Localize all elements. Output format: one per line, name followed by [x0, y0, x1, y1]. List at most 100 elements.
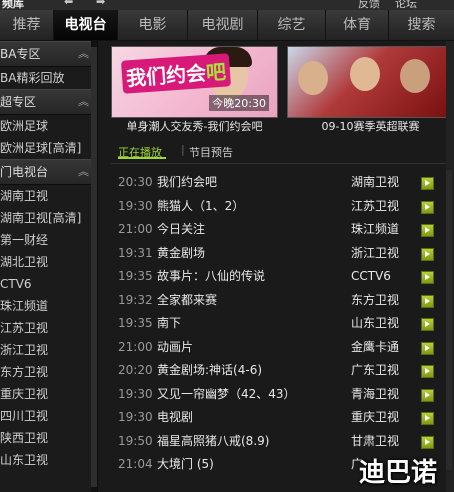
play-icon[interactable]	[421, 412, 434, 425]
sidebar-item[interactable]: 四川卫视	[0, 405, 97, 427]
player-face	[298, 61, 328, 95]
program-channel[interactable]: CCTV6	[351, 265, 391, 289]
program-channel[interactable]: 青海卫视	[351, 383, 399, 407]
program-title[interactable]: 南下	[157, 312, 181, 336]
forum-link[interactable]: 论坛	[395, 0, 417, 10]
back-arrow-icon[interactable]: ⬅	[64, 0, 73, 8]
program-row[interactable]: 19:32 全家都来赛 东方卫视	[111, 289, 446, 313]
play-icon[interactable]	[421, 177, 434, 190]
program-title[interactable]: 故事片：八仙的传说	[157, 265, 265, 289]
tab-program-preview[interactable]: 节目预告	[189, 144, 233, 160]
program-list: 20:30 我们约会吧 湖南卫视 19:30 熊猫人（1、2） 江苏卫视 21:00 今日…	[111, 171, 446, 477]
tab-movies[interactable]: 电影	[118, 10, 188, 40]
play-icon[interactable]	[421, 200, 434, 214]
program-channel[interactable]: 甘肃卫视	[351, 430, 399, 454]
sidebar-item[interactable]: 欧洲足球	[0, 115, 97, 137]
tab-variety[interactable]: 综艺	[258, 10, 326, 40]
program-row[interactable]: 19:50 福星高照猪八戒(8.9) 甘肃卫视	[111, 430, 446, 454]
sidebar-item[interactable]: 欧洲足球[高清]	[0, 137, 97, 159]
sidebar-section-nba[interactable]: BA专区 ︽	[0, 41, 97, 67]
program-title[interactable]: 黄金剧场:神话(4-6)	[157, 359, 262, 383]
sidebar-item[interactable]: 珠江频道	[0, 295, 97, 317]
program-time: 19:32	[118, 292, 153, 307]
play-icon[interactable]	[421, 271, 434, 284]
program-time: 21:04	[118, 457, 153, 471]
play-icon[interactable]	[421, 294, 434, 308]
play-icon[interactable]	[421, 318, 434, 331]
sidebar-item[interactable]: 山东卫视	[0, 449, 97, 471]
program-channel[interactable]: 金鹰卡通	[351, 336, 399, 360]
program-row[interactable]: 19:30 熊猫人（1、2） 江苏卫视	[111, 195, 446, 219]
tab-recommend[interactable]: 推荐	[0, 10, 54, 40]
program-time: 21:00	[118, 222, 153, 236]
sidebar-item[interactable]: 第一财经	[0, 229, 97, 251]
play-icon[interactable]	[421, 365, 434, 378]
play-icon[interactable]	[421, 388, 434, 402]
play-icon[interactable]	[421, 224, 434, 237]
program-title[interactable]: 我们约会吧	[157, 171, 217, 195]
program-title[interactable]: 电视剧	[157, 406, 193, 430]
program-time: 19:30	[118, 386, 153, 401]
banner-dating-show[interactable]: 我们约会吧 今晚20:30 单身潮人交友秀-我们约会吧	[111, 46, 278, 136]
play-icon[interactable]	[421, 247, 434, 261]
program-row[interactable]: 19:31 黄金剧场 浙江卫视	[111, 242, 446, 266]
sidebar-item[interactable]: 湖南卫视	[0, 185, 97, 207]
play-icon[interactable]	[421, 341, 434, 355]
program-channel[interactable]: 珠江频道	[351, 218, 399, 242]
double-chevron-up-icon[interactable]: ︽	[78, 160, 89, 184]
sidebar-item[interactable]: 湖北卫视	[0, 251, 97, 273]
program-row[interactable]: 19:35 故事片：八仙的传说 CCTV6	[111, 265, 446, 289]
banner-caption[interactable]: 09-10赛季英超联赛	[287, 118, 454, 136]
program-row[interactable]: 19:35 南下 山东卫视	[111, 312, 446, 336]
forward-arrow-icon[interactable]: ➡	[96, 0, 105, 8]
play-icon[interactable]	[421, 435, 434, 449]
program-row[interactable]: 19:30 电视剧 重庆卫视	[111, 406, 446, 430]
scrollbar-thumb[interactable]	[91, 47, 97, 487]
program-channel[interactable]: 江苏卫视	[351, 195, 399, 219]
program-channel[interactable]: 浙江卫视	[351, 242, 399, 266]
sidebar-item[interactable]: BA精彩回放	[0, 67, 97, 89]
program-time: 19:30	[118, 198, 153, 213]
sidebar-item[interactable]: 湖南卫视[高清]	[0, 207, 97, 229]
program-title[interactable]: 动画片	[157, 336, 193, 360]
program-channel[interactable]: 东方卫视	[351, 289, 399, 313]
program-title[interactable]: 全家都来赛	[157, 289, 217, 313]
program-title[interactable]: 福星高照猪八戒(8.9)	[157, 430, 269, 454]
banner-image[interactable]: 我们约会吧 今晚20:30	[111, 46, 278, 118]
program-row[interactable]: 20:30 我们约会吧 湖南卫视	[111, 171, 446, 195]
double-chevron-up-icon[interactable]: ︽	[78, 90, 89, 114]
program-time: 21:00	[118, 339, 153, 354]
program-channel[interactable]: 山东卫视	[351, 312, 399, 336]
tab-sports[interactable]: 体育	[326, 10, 389, 40]
program-row[interactable]: 21:00 动画片 金鹰卡通	[111, 336, 446, 360]
program-channel[interactable]: 湖南卫视	[351, 171, 399, 195]
banner-caption[interactable]: 单身潮人交友秀-我们约会吧	[111, 118, 278, 136]
sidebar-section-hot-tv[interactable]: 门电视台 ︽	[0, 159, 97, 185]
program-title[interactable]: 黄金剧场	[157, 242, 205, 266]
program-title[interactable]: 今日关注	[157, 218, 205, 242]
sidebar-item[interactable]: 东方卫视	[0, 361, 97, 383]
program-row[interactable]: 19:30 又见一帘幽梦（42、43） 青海卫视	[111, 383, 446, 407]
sidebar-scrollbar[interactable]	[91, 41, 97, 492]
program-channel[interactable]: 重庆卫视	[351, 406, 399, 430]
tab-tv-series[interactable]: 电视剧	[188, 10, 258, 40]
banner-image[interactable]	[287, 46, 447, 118]
program-list-scrollbar[interactable]	[446, 170, 452, 470]
feedback-link[interactable]: 反馈	[358, 0, 380, 10]
double-chevron-up-icon[interactable]: ︽	[78, 42, 89, 66]
tab-search[interactable]: 搜索	[389, 10, 454, 40]
sidebar-section-premier[interactable]: 超专区 ︽	[0, 89, 97, 115]
program-title[interactable]: 熊猫人（1、2）	[157, 195, 244, 219]
program-row[interactable]: 20:20 黄金剧场:神话(4-6) 广东卫视	[111, 359, 446, 383]
sidebar-item[interactable]: 重庆卫视	[0, 383, 97, 405]
program-title[interactable]: 又见一帘幽梦（42、43）	[157, 383, 296, 407]
banner-premier-league[interactable]: 09-10赛季英超联赛	[287, 46, 454, 136]
sidebar-item[interactable]: CTV6	[0, 273, 97, 295]
sidebar-item[interactable]: 陕西卫视	[0, 427, 97, 449]
program-row[interactable]: 21:00 今日关注 珠江频道	[111, 218, 446, 242]
program-title[interactable]: 大境门 (5)	[157, 453, 214, 477]
sidebar-item[interactable]: 浙江卫视	[0, 339, 97, 361]
sidebar-item[interactable]: 江苏卫视	[0, 317, 97, 339]
tab-tv-stations[interactable]: 电视台	[54, 10, 118, 40]
program-channel[interactable]: 广东卫视	[351, 359, 399, 383]
